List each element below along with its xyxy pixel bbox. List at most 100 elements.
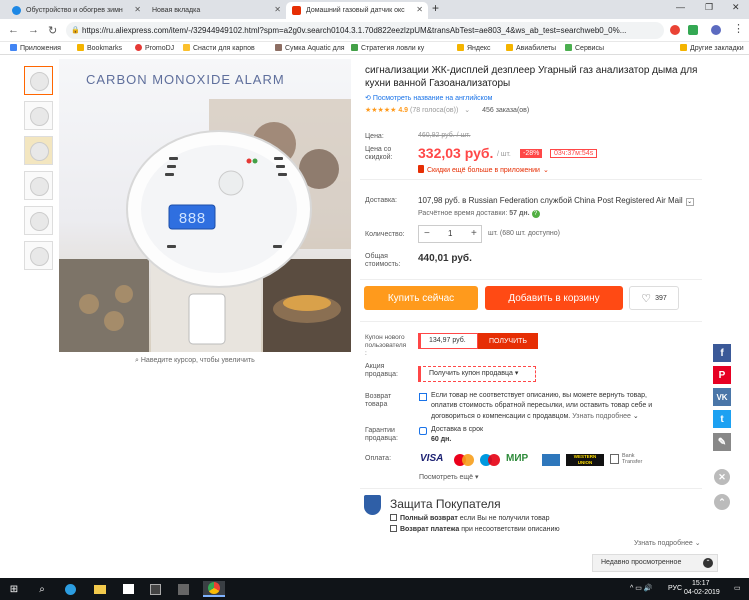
pinterest-share-icon[interactable]: P: [713, 366, 731, 384]
back-icon[interactable]: ←: [8, 24, 19, 36]
bookmark-item[interactable]: Сервисы: [565, 44, 604, 52]
buy-now-label: Купить сейчас: [387, 292, 455, 304]
tab-title: Новая вкладка: [152, 7, 201, 14]
facebook-share-icon[interactable]: f: [713, 344, 731, 362]
close-window-icon[interactable]: ✕: [732, 2, 740, 13]
return-more-link[interactable]: Узнать подробнее: [572, 413, 631, 420]
bookmark-item[interactable]: Снасти для карпов: [183, 44, 255, 52]
wishlist-button[interactable]: ♡ 397: [629, 286, 679, 310]
reload-icon[interactable]: ↻: [48, 24, 57, 37]
close-panel-icon[interactable]: ✕: [714, 469, 730, 485]
return-label: Возврат: [365, 393, 392, 400]
chrome-icon[interactable]: [203, 581, 225, 597]
bookmark-item[interactable]: Авиабилеты: [506, 44, 556, 52]
close-tab-icon[interactable]: ✕: [134, 5, 141, 14]
see-more-payments[interactable]: Посмотреть ещё ▾: [419, 473, 479, 481]
vk-share-icon[interactable]: VK: [713, 388, 731, 406]
bookmark-other[interactable]: Другие закладки: [680, 44, 744, 52]
recently-viewed-button[interactable]: Недавно просмотренное ⌃: [592, 554, 718, 572]
seller-coupon-button[interactable]: Получить купон продавца ▾: [418, 366, 536, 382]
edit-icon[interactable]: ✎: [713, 433, 731, 451]
thumbnail[interactable]: [24, 206, 53, 235]
get-coupon-button[interactable]: ПОЛУЧИТЬ: [478, 333, 538, 349]
tab-2[interactable]: Новая вкладка ✕: [146, 2, 286, 19]
site-icon: [183, 44, 190, 51]
bank-icon: [610, 454, 619, 464]
url-input[interactable]: 🔒 https://ru.aliexpress.com/item/-/32944…: [66, 22, 664, 39]
thumbnail-image: [30, 212, 49, 231]
forward-icon[interactable]: →: [28, 24, 39, 36]
delivery-label: Доставка:: [365, 197, 398, 204]
divider: [360, 321, 702, 322]
app-icon[interactable]: [175, 581, 191, 597]
bookmark-item[interactable]: PromoDJ: [135, 44, 174, 52]
protection-item-text: при несоответствии описанию: [461, 526, 560, 533]
extension-icon[interactable]: [670, 25, 680, 35]
clock-date[interactable]: 04-02-2019: [684, 589, 720, 596]
delivery-text: 107,98 руб. в Russian Federation службой…: [418, 196, 683, 205]
file-explorer-icon[interactable]: [92, 581, 108, 597]
thumbnail[interactable]: [24, 66, 53, 95]
protection-item-bold: Возврат платежа: [400, 526, 460, 533]
bookmark-label: Сумка Aquatic для: [285, 45, 345, 52]
add-to-cart-button[interactable]: Добавить в корзину: [485, 286, 623, 310]
language-indicator[interactable]: РУС: [668, 585, 682, 592]
profile-avatar[interactable]: [711, 25, 721, 35]
return-text: оплатив стоимость обратной пересылки, ил…: [431, 402, 653, 409]
thumbnail[interactable]: [24, 241, 53, 270]
return-text: договориться о компенсации с продавцом. …: [431, 412, 639, 420]
new-tab-button[interactable]: +: [432, 1, 439, 15]
protection-more-link[interactable]: Узнать подробнее ⌄: [634, 539, 701, 547]
notifications-icon[interactable]: ▭: [734, 584, 741, 592]
close-tab-icon[interactable]: ✕: [274, 5, 281, 14]
app-discount-text: Скидки ещё больше в приложении: [427, 167, 540, 174]
seller-coupon-label: Получить купон продавца: [429, 370, 513, 377]
quantity-increase-button[interactable]: +: [471, 228, 477, 239]
product-page: 888 CARBON MONOXIDE ALARM ⌕ Наведите кур…: [0, 55, 749, 578]
windows-start-icon[interactable]: ⊞: [6, 581, 22, 597]
quantity-input[interactable]: 1: [448, 229, 452, 238]
translate-link[interactable]: ⟲ Посмотреть название на английском: [365, 94, 493, 102]
chevron-down-icon: ⌄: [632, 413, 639, 420]
thumbnail[interactable]: [24, 136, 53, 165]
thumbnail[interactable]: [24, 101, 53, 130]
extension-icon[interactable]: [688, 25, 698, 35]
bookmark-item[interactable]: Сумка Aquatic для: [275, 44, 345, 52]
apps-icon: [10, 44, 17, 51]
twitter-share-icon[interactable]: t: [713, 410, 731, 428]
minimize-icon[interactable]: —: [676, 2, 685, 12]
edge-icon[interactable]: [62, 581, 78, 597]
tray-icons[interactable]: ^ ▭ 🔊: [630, 584, 653, 592]
buyer-protection-title: Защита Покупателя: [390, 497, 501, 511]
maximize-icon[interactable]: ❐: [705, 2, 713, 13]
menu-icon[interactable]: ⋮: [733, 22, 744, 35]
bookmark-item[interactable]: Стратегия ловли ку: [351, 44, 424, 52]
clock-time[interactable]: 15:17: [692, 580, 710, 587]
delivery-dropdown-icon[interactable]: ⌄: [685, 198, 694, 206]
thumbnail[interactable]: [24, 171, 53, 200]
discount-price-label: скидкой:: [365, 154, 393, 161]
bookmarks-bar: Приложения Bookmarks PromoDJ Снасти для …: [0, 42, 749, 55]
search-icon[interactable]: ⌕: [34, 581, 50, 597]
close-tab-icon[interactable]: ✕: [416, 5, 423, 14]
thumbnail-image: [30, 107, 49, 126]
protection-item: Полный возврат если Вы не получили товар: [390, 514, 550, 522]
tab-1[interactable]: Обустройство и обогрев зимн ✕: [6, 2, 146, 19]
bookmark-item[interactable]: Bookmarks: [77, 44, 122, 52]
quantity-decrease-button[interactable]: −: [424, 228, 430, 239]
help-icon[interactable]: ?: [531, 210, 540, 218]
rating-row: ★★★★★ 4.9 (78 голоса(ов)) ⌄ 456 заказа(о…: [365, 106, 529, 114]
scroll-up-icon[interactable]: ⌃: [714, 494, 730, 510]
bookmark-apps[interactable]: Приложения: [10, 44, 61, 52]
product-main-image[interactable]: 888 CARBON MONOXIDE ALARM: [59, 59, 351, 352]
bookmark-item[interactable]: Яндекс: [457, 44, 491, 52]
tab-3-active[interactable]: Домашний газовый датчик окс ✕: [286, 2, 428, 19]
aliexpress-favicon-icon: [292, 6, 301, 15]
buy-now-button[interactable]: Купить сейчас: [364, 286, 478, 310]
rating-votes[interactable]: (78 голоса(ов)): [410, 107, 458, 114]
app-icon[interactable]: [147, 581, 163, 597]
rating-stars-icon: ★★★★★: [365, 107, 397, 114]
store-icon[interactable]: [120, 581, 136, 597]
app-discount-link[interactable]: Скидки ещё больше в приложении ⌄: [418, 165, 549, 174]
lock-icon: 🔒: [71, 27, 80, 34]
